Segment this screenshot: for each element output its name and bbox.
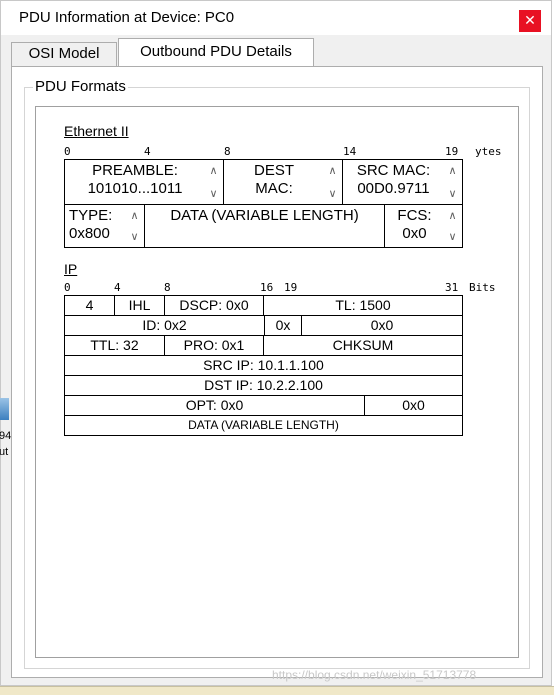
eth-data-field: DATA (VARIABLE LENGTH)	[144, 204, 385, 248]
desktop-device-icon	[0, 398, 9, 420]
desktop-label-2: ut	[0, 446, 9, 458]
ip-version-field: 4	[64, 295, 115, 316]
preamble-label: PREAMBLE:	[92, 162, 178, 179]
ip-id-field: ID: 0x2	[64, 315, 265, 336]
src-mac-scrollbar[interactable]: ∧ ∨	[444, 161, 461, 203]
type-scrollbar[interactable]: ∧ ∨	[126, 206, 143, 246]
dest-mac-text: DEST MAC:	[224, 162, 324, 198]
ip-total-length-field: TL: 1500	[263, 295, 463, 316]
close-icon: ✕	[524, 13, 536, 29]
ruler-tick-0: 0	[64, 145, 71, 158]
fcs-label: FCS:	[397, 207, 432, 224]
ruler-tick-19: 19	[284, 281, 298, 294]
src-mac-field[interactable]: SRC MAC: 00D0.9711 ∧ ∨	[342, 159, 463, 205]
src-mac-label: SRC MAC:	[356, 162, 431, 179]
src-mac-value: 00D0.9711	[357, 180, 430, 197]
ruler-unit: ytes	[475, 145, 502, 158]
ip-checksum-field: CHKSUM	[263, 335, 463, 356]
ip-flags-field: 0x	[264, 315, 302, 336]
tab-outbound-pdu-details[interactable]: Outbound PDU Details	[118, 38, 314, 67]
ip-data-field: DATA (VARIABLE LENGTH)	[64, 415, 463, 436]
ip-ihl-field: IHL	[114, 295, 165, 316]
ip-dst-field: DST IP: 10.2.2.100	[64, 375, 463, 396]
scroll-up-icon[interactable]: ∧	[444, 207, 461, 224]
ruler-tick-14: 14	[343, 145, 357, 158]
fcs-field[interactable]: FCS: 0x0 ∧ ∨	[384, 204, 463, 248]
fcs-value: 0x0	[402, 225, 427, 242]
pdu-formats-canvas: Ethernet II 0 4 8 14 19 ytes PREAMBLE: 1…	[35, 106, 519, 658]
dest-mac-field[interactable]: DEST MAC: ∧ ∨	[223, 159, 343, 205]
scroll-down-icon[interactable]: ∨	[205, 185, 222, 202]
ip-title: IP	[64, 261, 78, 277]
ip-fragment-offset-field: 0x0	[301, 315, 463, 336]
tab-osi-model[interactable]: OSI Model	[11, 42, 117, 66]
pdu-formats-group: PDU Formats Ethernet II 0 4 8 14 19 ytes…	[24, 78, 530, 669]
type-value: 0x800	[69, 225, 110, 242]
type-label: TYPE:	[69, 207, 113, 224]
desktop-label-1: 94	[0, 430, 12, 442]
scroll-down-icon[interactable]: ∨	[324, 185, 341, 202]
dest-mac-scrollbar[interactable]: ∧ ∨	[324, 161, 341, 203]
ruler-tick-8: 8	[164, 281, 171, 294]
src-mac-text: SRC MAC: 00D0.9711	[343, 162, 444, 198]
title-bar[interactable]: PDU Information at Device: PC0 ✕	[1, 1, 551, 35]
ruler-tick-0: 0	[64, 281, 71, 294]
preamble-value: 101010...1011	[87, 180, 183, 197]
scroll-up-icon[interactable]: ∧	[444, 162, 461, 179]
ip-dscp-field: DSCP: 0x0	[164, 295, 264, 316]
dest-mac-label: DEST	[253, 162, 294, 179]
scroll-up-icon[interactable]: ∧	[126, 207, 143, 224]
eth-data-label: DATA (VARIABLE LENGTH)	[170, 207, 359, 224]
watermark: https://blog.csdn.net/weixin_51713778	[272, 668, 477, 682]
dest-mac-label-2: MAC:	[255, 180, 293, 197]
outbound-pdu-panel: PDU Formats Ethernet II 0 4 8 14 19 ytes…	[11, 66, 543, 678]
pdu-formats-legend: PDU Formats	[33, 78, 128, 95]
scroll-down-icon[interactable]: ∨	[444, 228, 461, 245]
fcs-scrollbar[interactable]: ∧ ∨	[444, 206, 461, 246]
ruler-tick-31: 31	[445, 281, 459, 294]
ruler-tick-4: 4	[144, 145, 151, 158]
ethernet-title: Ethernet II	[64, 123, 129, 139]
ruler-tick-8: 8	[224, 145, 231, 158]
type-text: TYPE: 0x800	[65, 207, 126, 243]
ip-ttl-field: TTL: 32	[64, 335, 165, 356]
ip-src-field: SRC IP: 10.1.1.100	[64, 355, 463, 376]
scroll-up-icon[interactable]: ∧	[205, 162, 222, 179]
window-title: PDU Information at Device: PC0	[19, 9, 235, 26]
preamble-text: PREAMBLE: 101010...1011	[65, 162, 205, 198]
ip-options-field: OPT: 0x0	[64, 395, 365, 416]
scroll-down-icon[interactable]: ∨	[444, 185, 461, 202]
ruler-tick-16: 16	[260, 281, 274, 294]
scroll-up-icon[interactable]: ∧	[324, 162, 341, 179]
preamble-field[interactable]: PREAMBLE: 101010...1011 ∧ ∨	[64, 159, 224, 205]
ruler-unit: Bits	[469, 281, 496, 294]
preamble-scrollbar[interactable]: ∧ ∨	[205, 161, 222, 203]
ip-padding-field: 0x0	[364, 395, 463, 416]
close-button[interactable]: ✕	[519, 10, 541, 32]
type-field[interactable]: TYPE: 0x800 ∧ ∨	[64, 204, 145, 248]
ruler-tick-4: 4	[114, 281, 121, 294]
pdu-info-window: PDU Information at Device: PC0 ✕ OSI Mod…	[0, 0, 552, 686]
fcs-text: FCS: 0x0	[385, 207, 444, 243]
ruler-tick-19: 19	[445, 145, 459, 158]
scroll-down-icon[interactable]: ∨	[126, 228, 143, 245]
ip-protocol-field: PRO: 0x1	[164, 335, 264, 356]
